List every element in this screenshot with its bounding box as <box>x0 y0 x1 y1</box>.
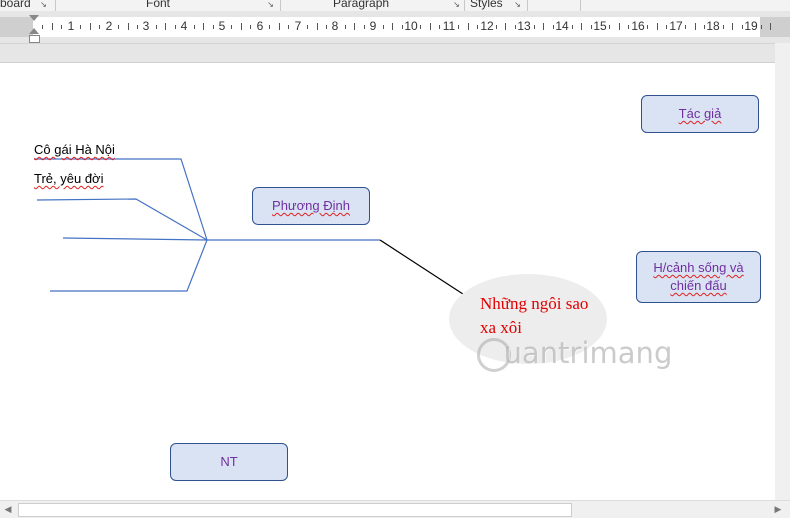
branch-line-3 <box>62 237 208 241</box>
scroll-left-arrow-icon[interactable]: ◀ <box>2 503 14 515</box>
context-box[interactable]: H/cảnh sống và chiến đấu <box>636 251 761 303</box>
main-topic-text: Những ngôi sao xa xôi <box>480 294 589 337</box>
spine-to-ellipse-line <box>379 239 467 297</box>
center-topic-text: Phương Định <box>272 197 350 213</box>
branch-line-2 <box>36 198 208 241</box>
nt-box-text: NT <box>220 453 238 469</box>
vertical-scrollbar[interactable] <box>775 43 790 500</box>
horizontal-scrollbar[interactable]: ◀ ▶ <box>0 500 790 518</box>
branch-line-4 <box>50 239 208 292</box>
branch-label-1-text: Cô gái Hà Nội <box>34 142 115 157</box>
author-box-text: Tác giả <box>678 105 722 121</box>
author-box[interactable]: Tác giả <box>641 95 759 133</box>
branch-label-2: Trẻ, yêu đời <box>34 171 103 186</box>
context-box-text: H/cảnh sống và chiến đấu <box>653 259 744 293</box>
horizontal-scroll-thumb[interactable] <box>18 503 572 517</box>
mindmap-connectors <box>34 158 467 297</box>
watermark-text: uantrimang <box>476 336 673 370</box>
branch-label-2-text: Trẻ, yêu đời <box>34 171 104 186</box>
branch-label-1: Cô gái Hà Nội <box>34 142 115 157</box>
scroll-right-arrow-icon[interactable]: ▶ <box>772 503 784 515</box>
nt-box[interactable]: NT <box>170 443 288 481</box>
watermark-label: uantrimang <box>503 336 673 370</box>
center-topic-box[interactable]: Phương Định <box>252 187 370 225</box>
